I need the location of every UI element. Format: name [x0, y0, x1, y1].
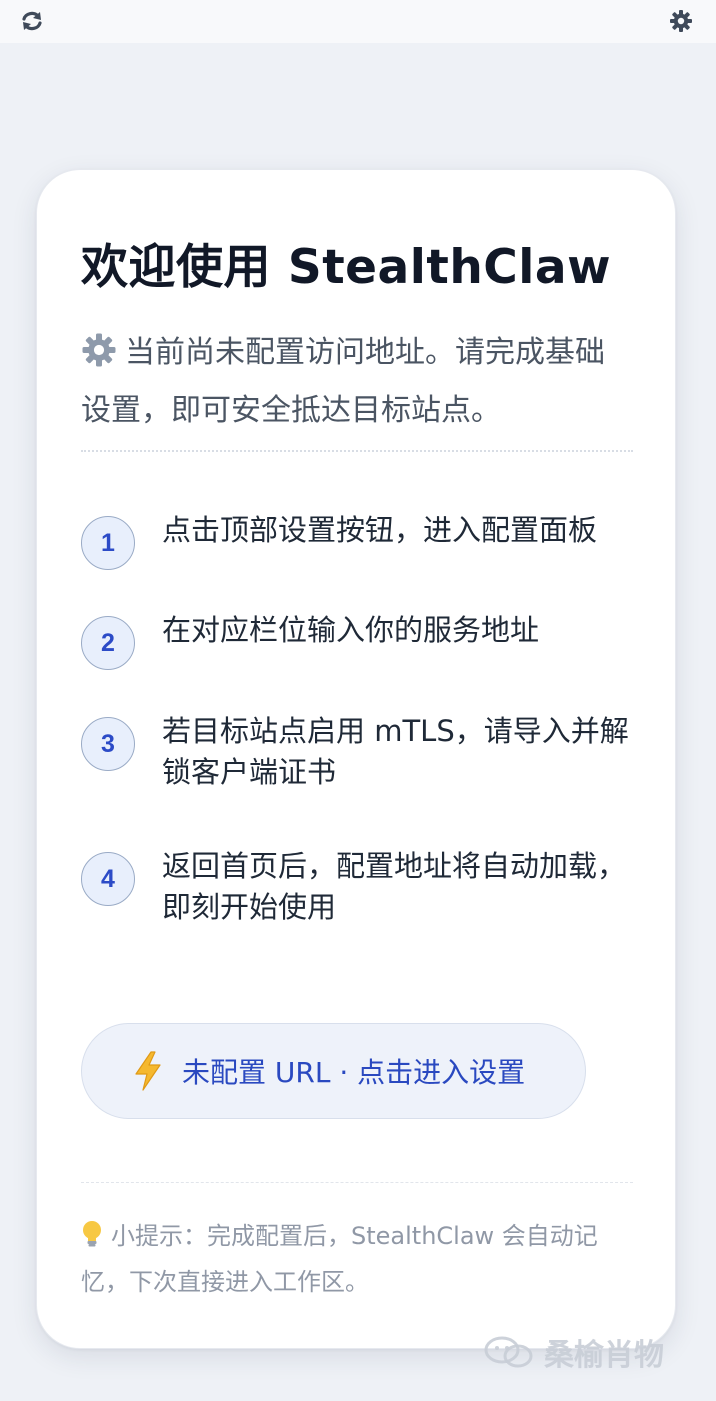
step-text: 点击顶部设置按钮，进入配置面板 [162, 513, 598, 547]
step-text: 在对应栏位输入你的服务地址 [162, 613, 540, 647]
refresh-icon[interactable] [19, 8, 45, 34]
step-text: 若目标站点启用 mTLS，请导入并解锁客户端证书 [162, 714, 629, 789]
step-number-badge: 2 [81, 616, 135, 670]
step-number-badge: 4 [81, 852, 135, 906]
lightbulb-icon [81, 1219, 103, 1261]
top-bar [0, 0, 716, 43]
intro-text-block: 当前尚未配置访问地址。请完成基础设置，即可安全抵达目标站点。 [81, 327, 621, 437]
tip-text-block: 小提示：完成配置后，StealthClaw 会自动记忆，下次直接进入工作区。 [81, 1215, 626, 1303]
page-title: 欢迎使用 StealthClaw [81, 240, 612, 295]
step-number-badge: 1 [81, 516, 135, 570]
open-settings-button[interactable]: 未配置 URL · 点击进入设置 [81, 1023, 586, 1119]
gear-emoji-icon [81, 332, 117, 385]
lightning-icon [128, 1049, 168, 1093]
wechat-icon [482, 1335, 538, 1369]
divider [81, 450, 633, 452]
watermark-text: 桑榆肖物 [544, 1338, 664, 1373]
divider [81, 1182, 633, 1183]
step-text: 返回首页后，配置地址将自动加载，即刻开始使用 [162, 849, 627, 924]
step-number-badge: 3 [81, 717, 135, 771]
welcome-card: 欢迎使用 StealthClaw 当前尚未配置访问地址。请完成基础设置，即可安全… [36, 169, 676, 1349]
open-settings-label: 未配置 URL · 点击进入设置 [182, 1056, 526, 1089]
intro-text: 当前尚未配置访问地址。请完成基础设置，即可安全抵达目标站点。 [81, 335, 605, 428]
watermark: 桑榆肖物 [482, 1330, 664, 1374]
gear-icon[interactable] [668, 8, 694, 34]
tip-text: 小提示：完成配置后，StealthClaw 会自动记忆，下次直接进入工作区。 [81, 1222, 598, 1296]
